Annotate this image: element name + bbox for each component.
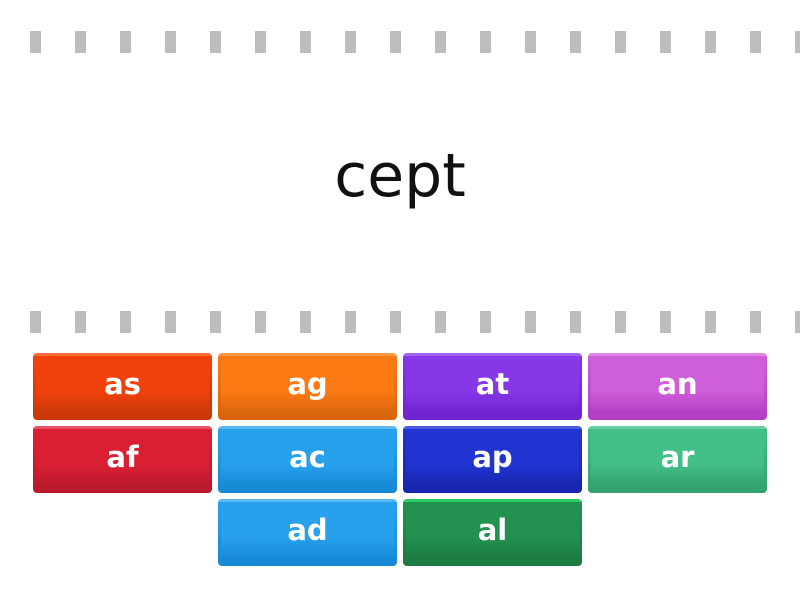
- tile-ac[interactable]: ac: [218, 426, 397, 493]
- tile-label: ag: [287, 367, 328, 401]
- divider-dash: [705, 311, 716, 333]
- divider-dash: [390, 31, 401, 53]
- divider-dash: [525, 311, 536, 333]
- tile-as[interactable]: as: [33, 353, 212, 420]
- divider-dash: [525, 31, 536, 53]
- divider-dash: [570, 311, 581, 333]
- divider-dash: [210, 311, 221, 333]
- tile-label: as: [104, 367, 141, 401]
- tile-at[interactable]: at: [403, 353, 582, 420]
- divider-dash: [615, 311, 626, 333]
- divider-dash: [750, 311, 761, 333]
- tile-label: al: [477, 513, 508, 547]
- tile-label: an: [657, 367, 698, 401]
- tile-ap[interactable]: ap: [403, 426, 582, 493]
- divider-dash: [705, 31, 716, 53]
- tile-af[interactable]: af: [33, 426, 212, 493]
- prompt-word: cept: [334, 141, 466, 211]
- top-divider: [0, 31, 800, 53]
- divider-dash: [120, 311, 131, 333]
- divider-dash: [300, 31, 311, 53]
- divider-dash: [660, 311, 671, 333]
- tile-label: ad: [287, 513, 328, 547]
- tile-ad[interactable]: ad: [218, 499, 397, 566]
- divider-dash: [615, 31, 626, 53]
- divider-dash: [795, 311, 800, 333]
- divider-dash: [435, 311, 446, 333]
- tile-ag[interactable]: ag: [218, 353, 397, 420]
- divider-dash: [75, 311, 86, 333]
- divider-dash: [255, 311, 266, 333]
- divider-dash: [435, 31, 446, 53]
- tile-label: at: [475, 367, 510, 401]
- divider-dash: [345, 31, 356, 53]
- divider-dash: [750, 31, 761, 53]
- divider-dash: [30, 311, 41, 333]
- divider-dash: [660, 31, 671, 53]
- divider-dash: [390, 311, 401, 333]
- bottom-divider: [0, 311, 800, 333]
- divider-dash: [165, 311, 176, 333]
- divider-dash: [300, 311, 311, 333]
- divider-dash: [345, 311, 356, 333]
- divider-dash: [480, 311, 491, 333]
- divider-dash: [210, 31, 221, 53]
- divider-dash: [165, 31, 176, 53]
- tile-an[interactable]: an: [588, 353, 767, 420]
- tile-label: ap: [472, 440, 513, 474]
- divider-dash: [30, 31, 41, 53]
- divider-dash: [255, 31, 266, 53]
- divider-dash: [480, 31, 491, 53]
- tile-label: ac: [289, 440, 326, 474]
- divider-dash: [570, 31, 581, 53]
- tile-label: af: [106, 440, 139, 474]
- divider-dash: [75, 31, 86, 53]
- tile-label: ar: [660, 440, 695, 474]
- divider-dash: [120, 31, 131, 53]
- tile-ar[interactable]: ar: [588, 426, 767, 493]
- divider-dash: [795, 31, 800, 53]
- tile-al[interactable]: al: [403, 499, 582, 566]
